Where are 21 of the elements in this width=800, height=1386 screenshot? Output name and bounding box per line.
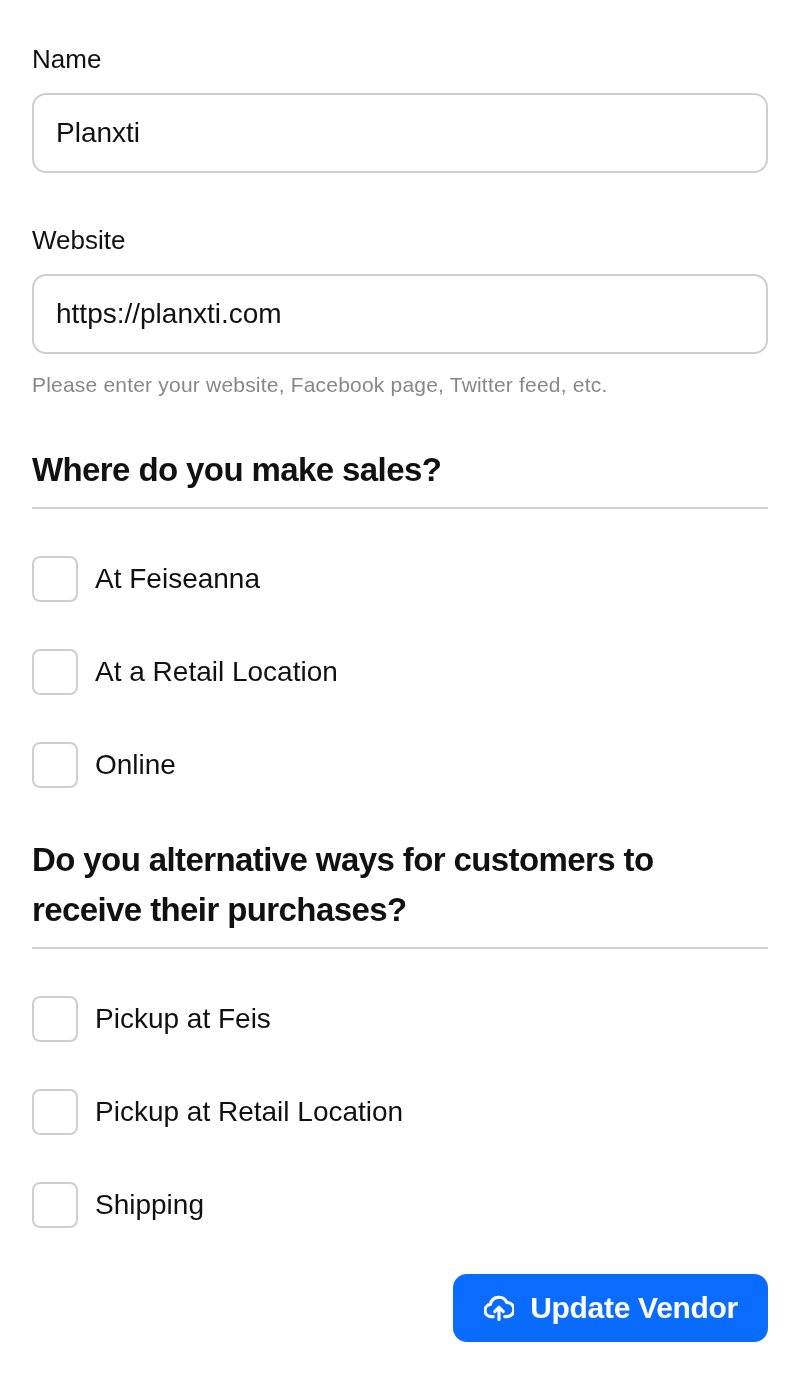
checkbox[interactable] <box>32 556 78 602</box>
field-label: Website <box>32 224 126 256</box>
checkbox[interactable] <box>32 742 78 788</box>
checkbox[interactable] <box>32 996 78 1042</box>
help-text: Please enter your website, Facebook page, Twitter feed, etc. <box>32 372 608 398</box>
text-input[interactable]: Planxti <box>32 93 768 173</box>
section-heading: Do you alternative ways for customers to receive their purchases? <box>32 840 655 930</box>
checkbox-label[interactable]: Shipping <box>95 1188 204 1222</box>
checkbox[interactable] <box>32 1182 78 1228</box>
checkbox-label[interactable]: Pickup at Feis <box>95 1002 271 1036</box>
text-input[interactable]: https://planxti.com <box>32 274 768 354</box>
submit-button[interactable]: Update Vendor <box>453 1274 768 1342</box>
field-label: Name <box>32 43 102 75</box>
checkbox-label[interactable]: At a Retail Location <box>95 655 338 689</box>
checkbox-label[interactable]: Pickup at Retail Location <box>95 1095 404 1129</box>
checkbox-label[interactable]: At Feiseanna <box>95 562 260 596</box>
checkbox[interactable] <box>32 649 78 695</box>
checkbox[interactable] <box>32 1089 78 1135</box>
checkbox-label[interactable]: Online <box>95 748 176 782</box>
cloud-upload-icon <box>484 1295 515 1321</box>
section-heading: Where do you make sales? <box>32 450 443 490</box>
